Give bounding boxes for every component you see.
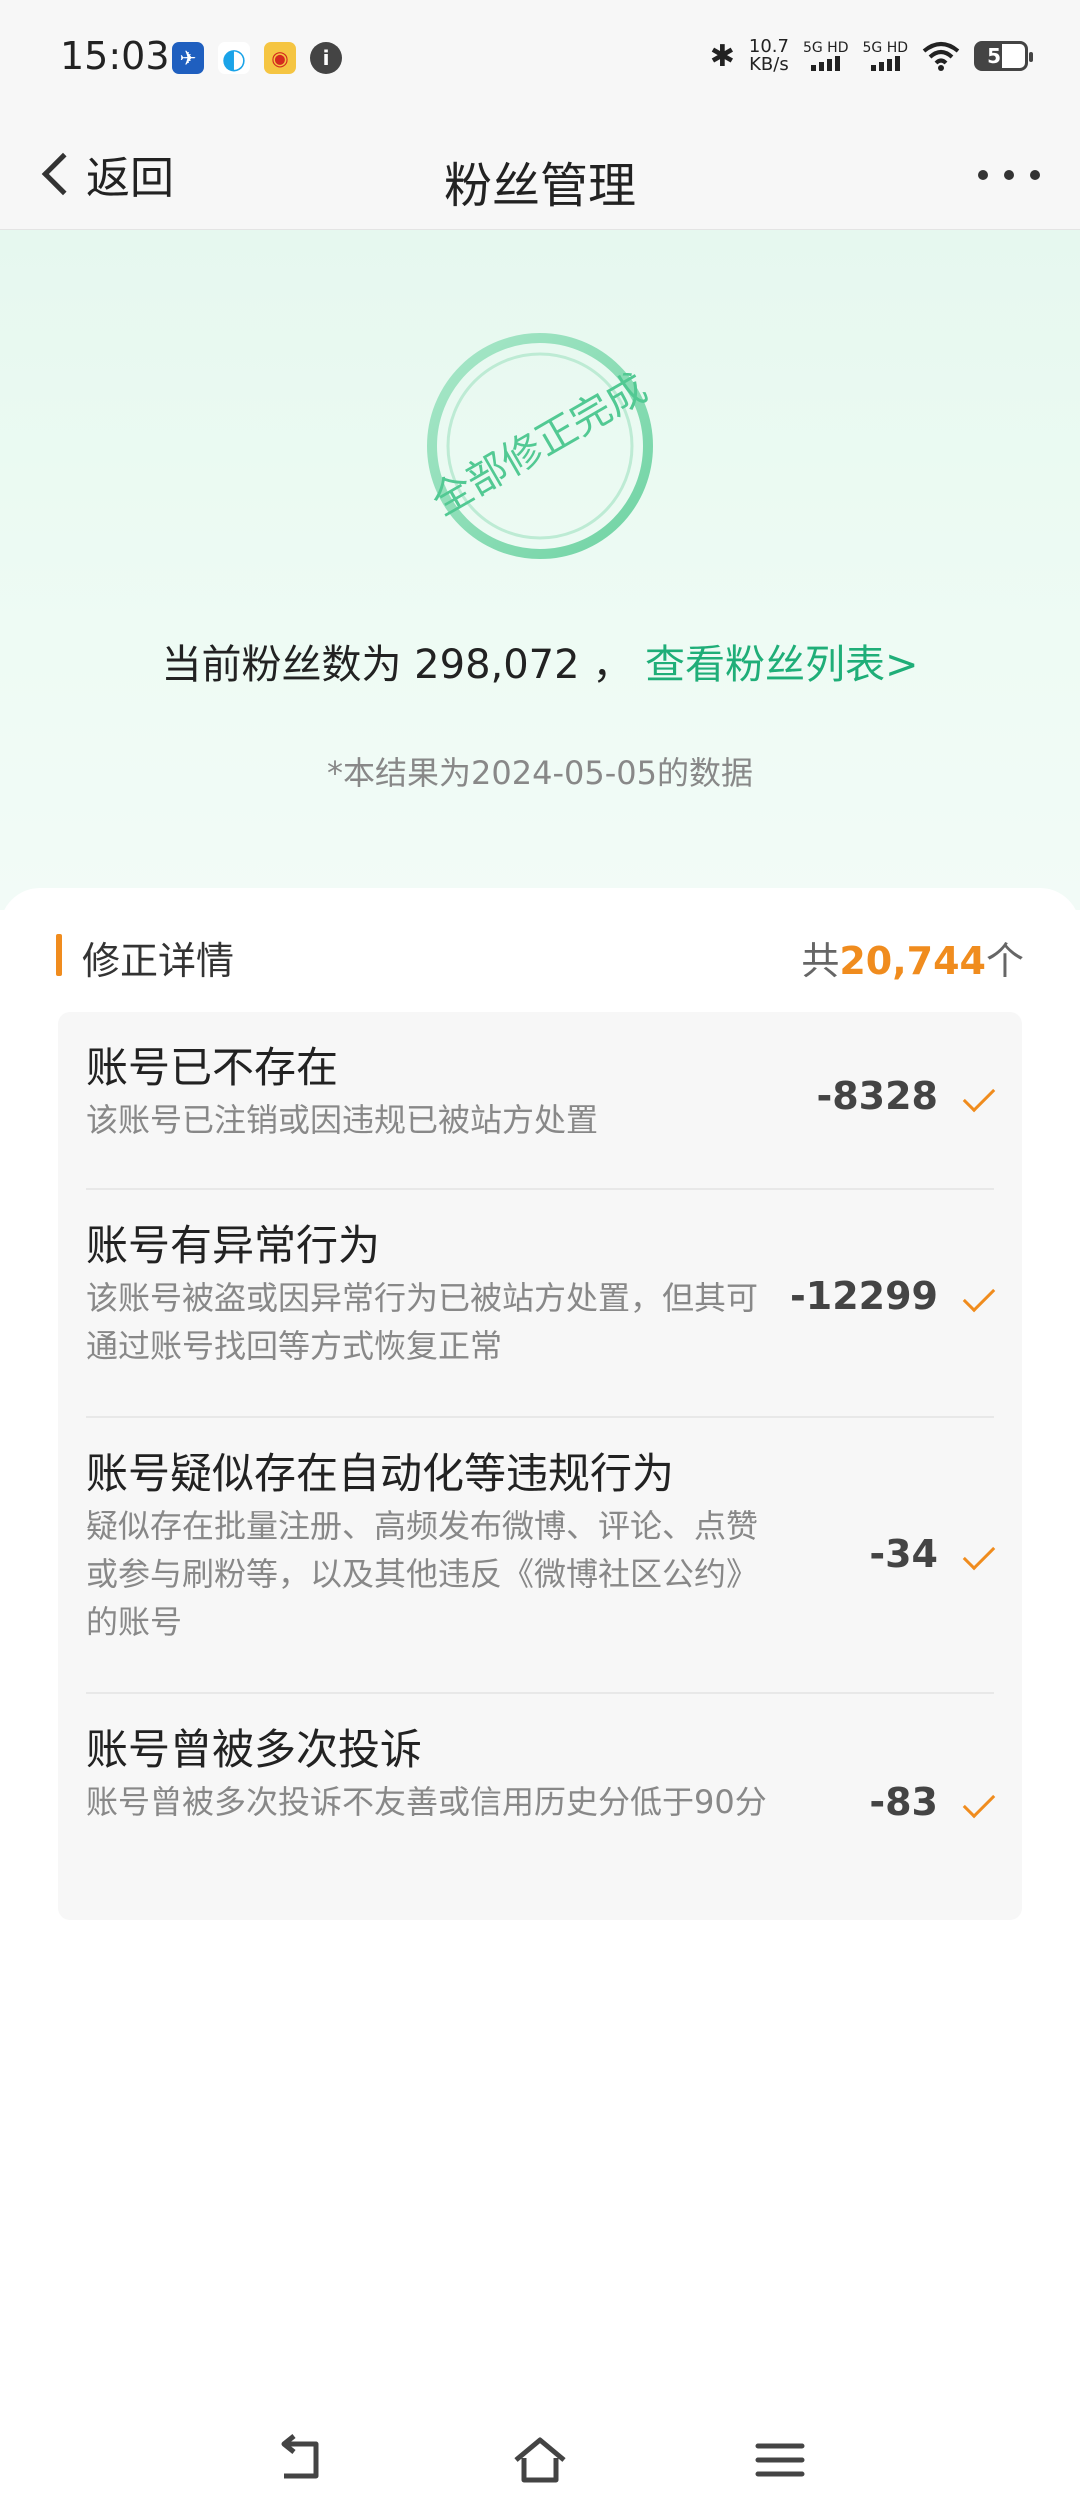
system-nav-bar	[0, 2400, 1080, 2520]
page-title: 粉丝管理	[443, 158, 636, 214]
browser-app-icon: ◐	[218, 42, 250, 75]
details-list: 账号已不存在 该账号已注销或因违规已被站方处置 -8328 账号有异常行为 该账…	[58, 1012, 1022, 1920]
bluetooth-icon: ✱	[709, 38, 735, 74]
details-card: 修正详情 共20,744个 账号已不存在 该账号已注销或因违规已被站方处置 -8…	[0, 888, 1080, 2448]
view-fans-list-link[interactable]: 查看粉丝列表>	[645, 642, 919, 688]
completion-stamp: 全部修正完成	[420, 326, 660, 566]
dot-icon	[978, 170, 988, 180]
fans-prefix: 当前粉丝数为	[161, 642, 402, 688]
hero-summary: 全部修正完成 当前粉丝数为 298,072 ， 查看粉丝列表> *本结果为202…	[0, 230, 1080, 910]
signal-indicator-2: 5G HD	[862, 41, 908, 71]
weibo-app-icon: ◉	[264, 42, 296, 74]
total-count: 共20,744个	[801, 939, 1024, 983]
row-desc: 账号曾被多次投诉不友善或信用历史分低于90分	[86, 1783, 767, 1821]
row-desc: 该账号已注销或因违规已被站方处置	[86, 1101, 599, 1139]
check-icon	[962, 1785, 996, 1819]
fans-count-line: 当前粉丝数为 298,072 ， 查看粉丝列表>	[0, 632, 1080, 690]
fans-separator: ，	[592, 642, 633, 688]
dot-icon	[1004, 170, 1014, 180]
check-icon	[962, 1279, 996, 1313]
nav-bar: 返回 粉丝管理	[0, 118, 1080, 230]
status-time: 15:03	[60, 34, 170, 78]
back-nav-icon[interactable]	[270, 2430, 330, 2490]
battery-indicator: 52	[974, 41, 1033, 71]
bird-app-icon: ✈	[172, 42, 204, 74]
status-app-icons: ✈ ◐ ◉ i	[172, 42, 342, 75]
home-nav-icon[interactable]	[510, 2430, 570, 2490]
row-value: -34	[869, 1532, 938, 1576]
section-accent-bar	[56, 934, 62, 976]
row-title: 账号疑似存在自动化等违规行为	[86, 1449, 675, 1498]
status-bar: 15:03 ✈ ◐ ◉ i ✱ 10.7 KB/s 5G HD 5G HD 52	[0, 0, 1080, 118]
row-title: 账号有异常行为	[86, 1221, 381, 1270]
section-title: 修正详情	[82, 939, 235, 983]
list-item: 账号疑似存在自动化等违规行为 疑似存在批量注册、高频发布微博、评论、点赞或参与刷…	[86, 1418, 996, 1694]
row-desc: 疑似存在批量注册、高频发布微博、评论、点赞或参与刷粉等，以及其他违反《微博社区公…	[86, 1507, 759, 1641]
check-icon	[962, 1537, 996, 1571]
signal-bars-icon	[811, 55, 841, 71]
signal-bars-icon	[870, 55, 900, 71]
section-header: 修正详情 共20,744个	[56, 930, 1024, 983]
list-item: 账号已不存在 该账号已注销或因违规已被站方处置 -8328	[86, 1012, 996, 1190]
info-icon: i	[310, 42, 342, 74]
row-value: -12299	[790, 1274, 938, 1318]
status-indicators: ✱ 10.7 KB/s 5G HD 5G HD 52	[709, 36, 1033, 75]
row-value: -8328	[816, 1074, 938, 1118]
list-item: 账号有异常行为 该账号被盗或因异常行为已被站方处置，但其可通过账号找回等方式恢复…	[86, 1190, 996, 1418]
net-speed: 10.7 KB/s	[748, 36, 789, 75]
total-number: 20,744	[839, 939, 986, 983]
fans-count: 298,072	[414, 642, 580, 688]
dot-icon	[1030, 170, 1040, 180]
menu-nav-icon[interactable]	[750, 2430, 810, 2490]
list-item: 账号曾被多次投诉 账号曾被多次投诉不友善或信用历史分低于90分 -83	[86, 1694, 996, 1920]
row-title: 账号曾被多次投诉	[86, 1725, 423, 1774]
signal-indicator-1: 5G HD	[803, 41, 848, 71]
wifi-icon	[922, 42, 960, 71]
more-options-button[interactable]	[978, 158, 1040, 180]
row-desc: 该账号被盗或因异常行为已被站方处置，但其可通过账号找回等方式恢复正常	[86, 1279, 759, 1365]
stamp-text: 全部修正完成	[424, 365, 655, 525]
stamp-icon: 全部修正完成	[424, 333, 655, 559]
date-note: *本结果为2024-05-05的数据	[327, 754, 753, 792]
row-value: -83	[869, 1780, 938, 1824]
